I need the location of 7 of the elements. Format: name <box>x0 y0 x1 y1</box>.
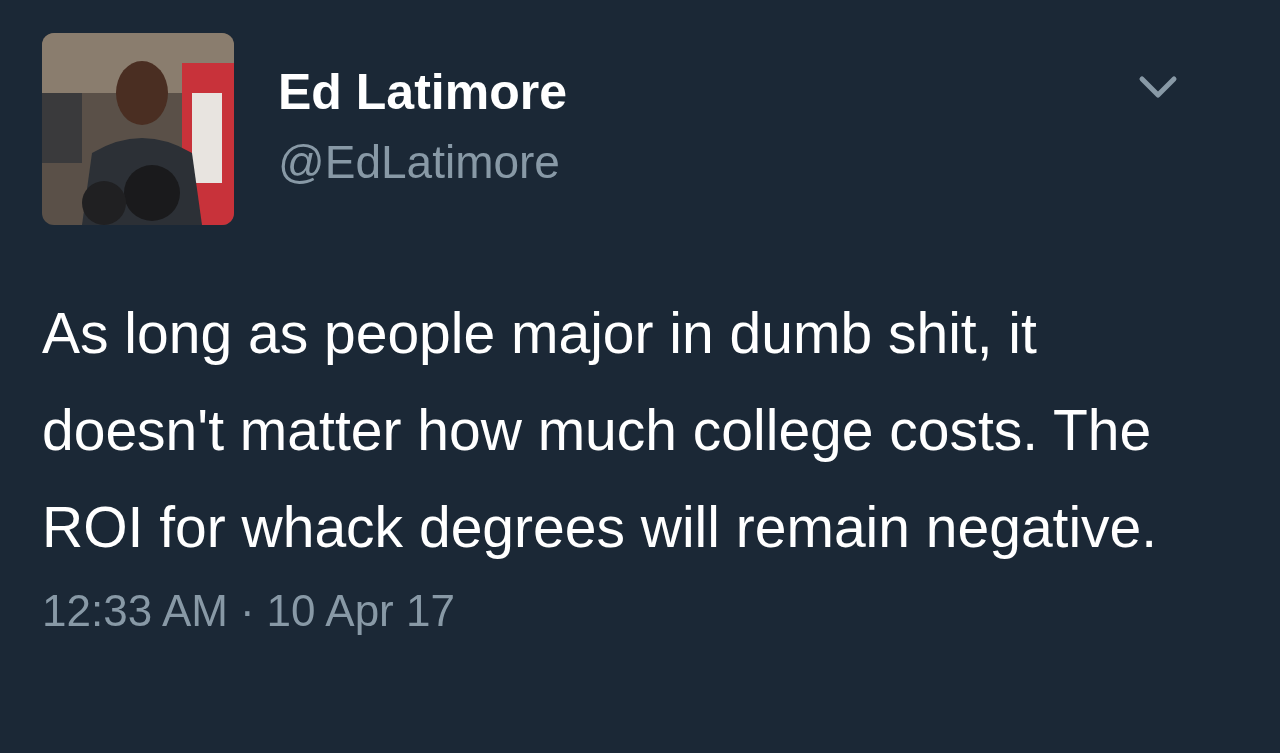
display-name: Ed Latimore <box>278 63 568 122</box>
separator: · <box>239 586 255 636</box>
timestamp: 12:33 AM <box>42 586 228 636</box>
chevron-down-icon[interactable] <box>1138 75 1178 101</box>
username: @EdLatimore <box>278 135 561 190</box>
tweet-text: As long as people major in dumb shit, it doesn't matter how much college costs. The ROI for whack degrees will remain negative. <box>42 300 1159 561</box>
date: 10 Apr 17 <box>266 586 455 636</box>
